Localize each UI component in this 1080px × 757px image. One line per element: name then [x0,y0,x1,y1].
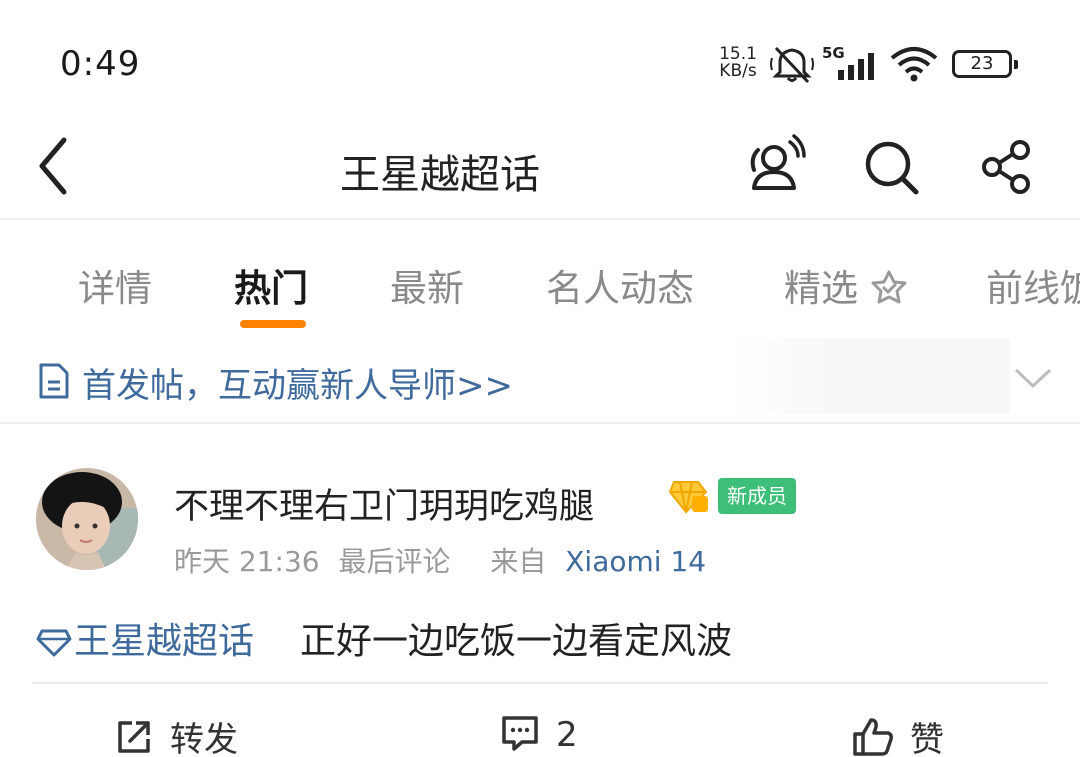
post-content: 正好一边吃饭一边看定风波 [300,621,733,662]
status-bar: 0:49 15.1 KB/s 5G 23 [0,0,1080,120]
post-time: 昨天 21:36 [174,545,320,578]
comment-count: 2 [556,715,578,755]
signal-icon [836,50,882,84]
share-icon [982,140,1030,194]
chevron-down-icon[interactable] [1012,362,1054,396]
tab-details[interactable]: 详情 [78,258,152,312]
post-meta-note: 最后评论 [338,545,451,578]
tab-featured[interactable]: 精选 [784,258,908,312]
notice-fade [730,338,1010,414]
vip-diamond-icon [668,478,710,518]
share-button[interactable] [972,132,1042,202]
top-nav-bar: 王星越超话 [0,120,1080,220]
tab-featured-label: 精选 [784,267,858,310]
diamond-icon [36,625,72,666]
topic-link[interactable]: 王星越超话 [36,612,254,666]
repost-icon [118,721,150,753]
post-source-prefix: 来自 [490,545,547,578]
post-device: Xiaomi 14 [565,545,707,578]
document-icon [38,362,70,404]
tab-hot[interactable]: 热门 [234,258,308,312]
network-speed: 15.1 KB/s [716,46,760,80]
post-card: 不理不理右卫门玥玥吃鸡腿 新成员 昨天 21:36 最后评论 来自 Xiaomi… [0,426,1080,757]
notice-banner: 首发帖，互动赢新人导师>> [0,336,1080,424]
like-button[interactable]: 赞 [852,712,944,757]
comment-button[interactable]: 2 [500,712,578,756]
repost-label: 转发 [170,720,238,757]
post-meta: 昨天 21:36 最后评论 来自 Xiaomi 14 [174,540,706,580]
new-member-badge: 新成员 [718,478,796,514]
tab-latest[interactable]: 最新 [390,258,464,312]
active-tab-indicator [240,320,306,328]
username[interactable]: 不理不理右卫门玥玥吃鸡腿 [174,478,594,529]
tab-celebrity[interactable]: 名人动态 [546,258,694,312]
network-speed-unit: KB/s [719,61,757,81]
people-icon [750,134,806,190]
repost-button[interactable]: 转发 [114,712,238,757]
search-icon [865,141,919,195]
people-button[interactable] [738,132,808,202]
status-time: 0:49 [60,44,141,84]
star-badge-icon [871,270,907,304]
notice-link[interactable]: 首发帖，互动赢新人导师>> [82,358,513,407]
tab-frontline[interactable]: 前线饭 [986,258,1080,312]
avatar[interactable] [36,468,138,570]
battery-icon: 23 [952,50,1018,78]
search-button[interactable] [856,132,926,202]
wifi-icon [890,46,938,86]
thumbs-up-icon [853,718,893,756]
mute-icon [770,44,814,88]
divider [32,682,1048,684]
tab-bar: 详情 热门 最新 名人动态 精选 前线饭 [0,222,1080,334]
comment-icon [502,716,538,751]
like-label: 赞 [910,720,944,757]
topic-link-label: 王星越超话 [74,621,255,662]
